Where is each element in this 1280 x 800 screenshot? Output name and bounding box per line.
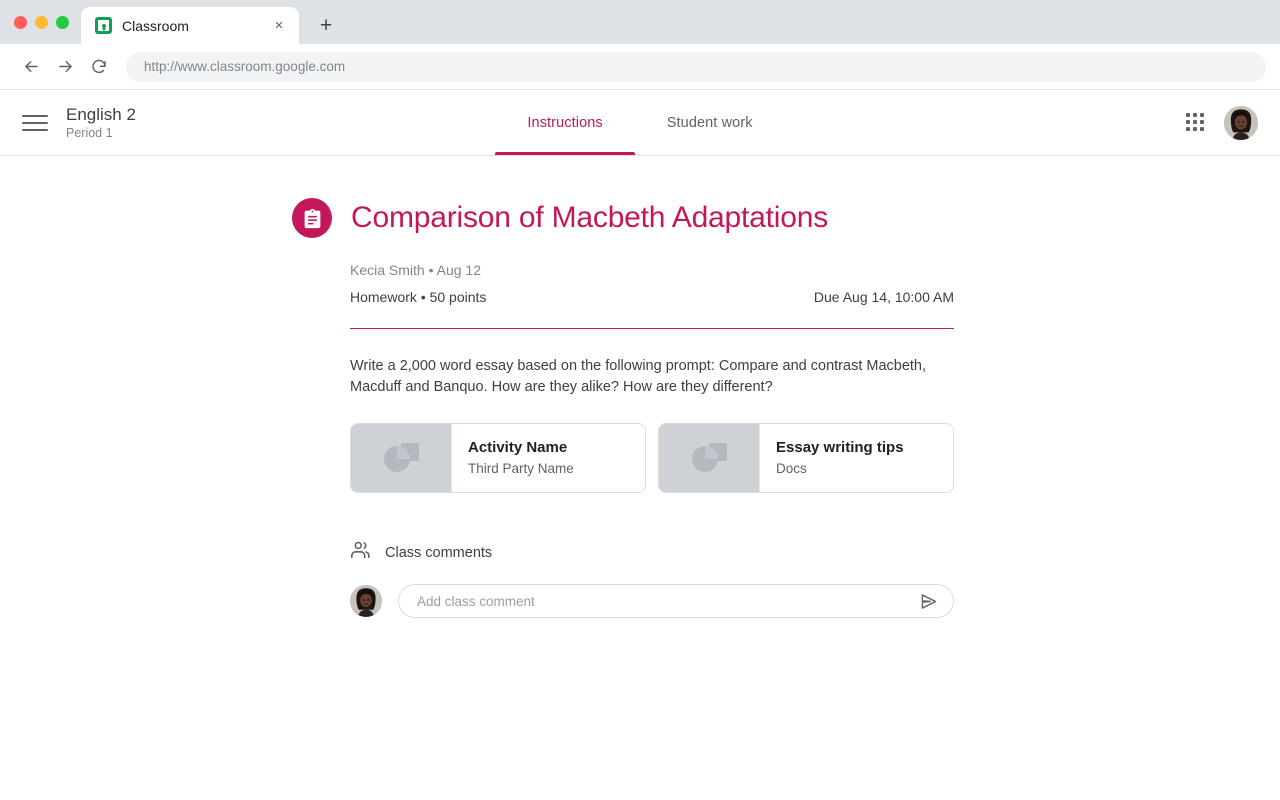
window-minimize-button[interactable] [35, 15, 48, 29]
window-controls [10, 0, 81, 44]
tab-student-work[interactable]: Student work [635, 90, 785, 155]
assignment-due-date: Due Aug 14, 10:00 AM [813, 289, 954, 305]
attachment-card[interactable]: Activity Name Third Party Name [350, 423, 646, 494]
people-icon [350, 539, 372, 566]
attachment-subtitle: Docs [776, 461, 807, 477]
class-name: English 2 [66, 104, 136, 124]
browser-tab-title: Classroom [122, 17, 189, 34]
forward-arrow-icon[interactable] [48, 50, 82, 84]
image-placeholder-icon [659, 424, 759, 493]
google-classroom-favicon [95, 17, 112, 34]
app-header-left: English 2 Period 1 [0, 90, 136, 155]
apps-grid-icon[interactable] [1186, 112, 1206, 133]
comment-input[interactable] [417, 593, 909, 609]
divider [350, 328, 954, 329]
browser-chrome: Classroom × + http://www.classroom.googl… [0, 0, 1280, 90]
assignment-title-row: Comparison of Macbeth Adaptations [292, 198, 954, 238]
close-icon[interactable]: × [269, 16, 289, 36]
back-arrow-icon[interactable] [14, 50, 48, 84]
reload-icon[interactable] [82, 50, 116, 84]
browser-tab[interactable]: Classroom × [81, 7, 299, 44]
attachment-card[interactable]: Essay writing tips Docs [658, 423, 954, 494]
assignment-clipboard-icon [292, 198, 332, 238]
assignment-content: Comparison of Macbeth Adaptations Kecia … [292, 156, 954, 619]
class-info: English 2 Period 1 [66, 105, 136, 141]
attachment-name: Activity Name [468, 439, 568, 457]
assignment-type-points: Homework • 50 points [350, 289, 487, 305]
window-maximize-button[interactable] [56, 15, 69, 29]
avatar[interactable] [350, 585, 382, 618]
send-icon[interactable] [917, 590, 939, 612]
attachment-name: Essay writing tips [776, 439, 904, 457]
comment-input-container[interactable] [398, 584, 954, 619]
class-comments-label: Class comments [385, 544, 493, 561]
header-tabs: Instructions Student work [0, 90, 1280, 155]
address-bar[interactable]: http://www.classroom.google.com [126, 51, 1266, 82]
assignment-meta: Kecia Smith • Aug 12 Homework • 50 point… [350, 260, 954, 329]
attachment-subtitle: Third Party Name [468, 461, 574, 477]
assignment-description: Write a 2,000 word essay based on the fo… [350, 358, 927, 395]
tab-instructions[interactable]: Instructions [495, 90, 636, 155]
page-title: Comparison of Macbeth Adaptations [351, 201, 829, 234]
assignment-author: Kecia Smith • Aug 12 [350, 262, 481, 278]
attachment-list: Activity Name Third Party Name Essay wri… [350, 423, 954, 494]
window-close-button[interactable] [14, 15, 27, 29]
new-tab-button[interactable]: + [311, 10, 341, 40]
address-bar-url: http://www.classroom.google.com [144, 59, 346, 74]
image-placeholder-icon [351, 424, 451, 493]
app-header: English 2 Period 1 Instructions Student … [0, 90, 1280, 156]
hamburger-menu-icon[interactable] [22, 110, 48, 136]
browser-tabstrip: Classroom × + [0, 0, 1280, 44]
browser-toolbar: http://www.classroom.google.com [0, 44, 1280, 90]
avatar[interactable] [1224, 105, 1258, 140]
app-header-right [1186, 90, 1280, 155]
add-comment-row [350, 584, 954, 619]
class-period: Period 1 [66, 126, 113, 141]
class-comments-header: Class comments [350, 539, 954, 566]
page-body: Comparison of Macbeth Adaptations Kecia … [0, 156, 1280, 800]
class-comments-section: Class comments [350, 539, 954, 619]
